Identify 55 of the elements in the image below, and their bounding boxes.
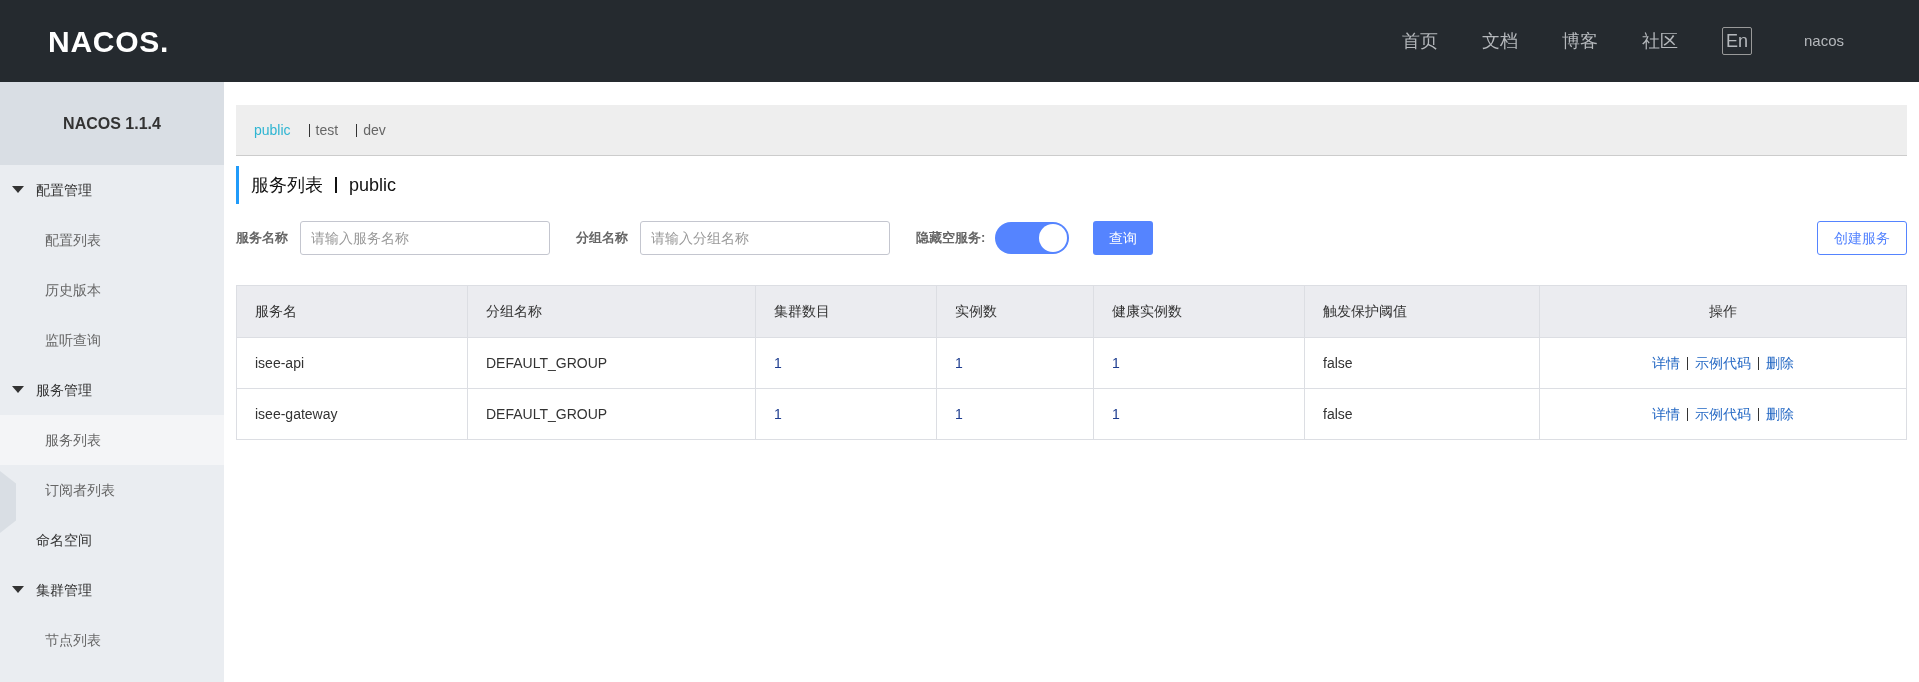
column-header: 触发保护阈值 bbox=[1304, 285, 1540, 338]
menu-item[interactable]: 历史版本 bbox=[0, 265, 224, 315]
namespace-tab[interactable]: test bbox=[315, 119, 339, 141]
nav-link[interactable]: 文档 bbox=[1481, 27, 1518, 55]
namespace-name: public bbox=[349, 173, 397, 197]
menu-item[interactable]: 配置列表 bbox=[0, 215, 224, 265]
table-cell: 1 bbox=[1093, 388, 1305, 440]
table-cell: false bbox=[1304, 337, 1540, 389]
field-label: 服务名称 bbox=[236, 229, 288, 248]
nav-link[interactable]: 社区 bbox=[1641, 27, 1678, 55]
field-label: 隐藏空服务: bbox=[916, 229, 986, 248]
action-link[interactable]: 示例代码 bbox=[1695, 405, 1751, 422]
action-link[interactable]: 删除 bbox=[1766, 405, 1794, 422]
column-header: 分组名称 bbox=[467, 285, 756, 338]
table-cell: 1 bbox=[1093, 337, 1305, 389]
table-cell: 1 bbox=[936, 337, 1094, 389]
menu-item[interactable]: 订阅者列表 bbox=[0, 465, 224, 515]
nacos-logo[interactable]: NACOS. bbox=[48, 18, 170, 64]
field-label: 分组名称 bbox=[576, 229, 628, 248]
column-header: 操作 bbox=[1539, 285, 1907, 338]
nav-link[interactable]: 首页 bbox=[1401, 27, 1438, 55]
menu-group-label: 服务管理 bbox=[36, 380, 92, 400]
table-cell: false bbox=[1304, 388, 1540, 440]
menu-group-label: 配置管理 bbox=[36, 180, 92, 200]
user-name[interactable]: nacos bbox=[1803, 29, 1844, 53]
namespace-tab[interactable]: dev bbox=[363, 119, 386, 141]
action-link[interactable]: 详情 bbox=[1652, 354, 1680, 371]
page-title: 服务列表 bbox=[251, 173, 323, 197]
language-button[interactable]: En bbox=[1721, 27, 1752, 55]
column-header: 集群数目 bbox=[755, 285, 937, 338]
table-cell: DEFAULT_GROUP bbox=[467, 337, 756, 389]
action-link[interactable]: 删除 bbox=[1766, 354, 1794, 371]
table-cell: isee-gateway bbox=[236, 388, 468, 440]
menu-item[interactable]: 节点列表 bbox=[0, 615, 224, 665]
column-header: 服务名 bbox=[236, 285, 468, 338]
action-link[interactable]: 示例代码 bbox=[1695, 354, 1751, 371]
column-header: 健康实例数 bbox=[1093, 285, 1305, 338]
menu-item[interactable]: 服务列表 bbox=[0, 415, 224, 465]
query-button[interactable]: 查询 bbox=[1093, 221, 1154, 255]
menu-item[interactable]: 监听查询 bbox=[0, 315, 224, 365]
sidebar-title: NACOS 1.1.4 bbox=[0, 82, 224, 165]
table-cell: isee-api bbox=[236, 337, 468, 389]
table-cell: 1 bbox=[755, 388, 937, 440]
toggle-switch[interactable] bbox=[995, 222, 1070, 254]
menu-group-label: 集群管理 bbox=[36, 580, 92, 600]
create-service-button[interactable]: 创建服务 bbox=[1817, 221, 1907, 255]
table-cell: 1 bbox=[755, 337, 937, 389]
menu-item[interactable]: 命名空间 bbox=[0, 515, 224, 565]
table-cell: DEFAULT_GROUP bbox=[467, 388, 756, 440]
action-link[interactable]: 详情 bbox=[1652, 405, 1680, 422]
table-cell: 1 bbox=[936, 388, 1094, 440]
text-input[interactable]: 请输入分组名称 bbox=[640, 221, 890, 255]
column-header: 实例数 bbox=[936, 285, 1094, 338]
nav-link[interactable]: 博客 bbox=[1561, 27, 1598, 55]
text-input[interactable]: 请输入服务名称 bbox=[300, 221, 550, 255]
